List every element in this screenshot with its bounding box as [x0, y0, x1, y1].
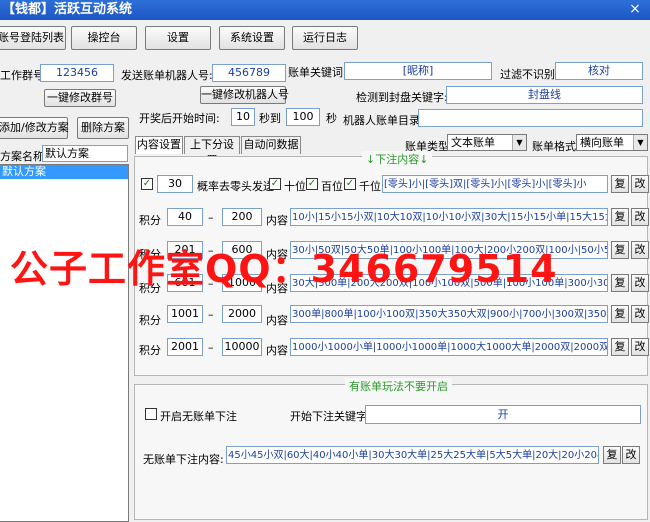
- no-bill-content-label: 无账单下注内容:: [143, 453, 224, 466]
- no-bill-group-title: 有账单玩法不要开启: [345, 378, 452, 394]
- group-number-input[interactable]: 123456: [40, 64, 114, 82]
- betting-group-title: ↓下注内容↓: [362, 151, 433, 167]
- copy-button[interactable]: 复: [603, 446, 621, 464]
- content-input[interactable]: 1000小1000小单|1000小1000单|1000大1000大单|2000双…: [290, 338, 608, 356]
- bill-keyword-label: 账单关键词:: [288, 66, 347, 79]
- zero-checkbox[interactable]: ✓: [141, 178, 153, 190]
- thousand-checkbox[interactable]: ✓: [344, 178, 356, 190]
- account-list-button[interactable]: 账号登陆列表: [0, 26, 66, 50]
- copy-button[interactable]: 复: [611, 175, 629, 193]
- start-keyword-label: 开始下注关键字: [290, 410, 367, 423]
- delete-scheme-button[interactable]: 删除方案: [77, 117, 129, 139]
- sealed-keyword-label: 检测到封盘关键字:: [356, 91, 448, 104]
- points-to-input[interactable]: 2000: [222, 305, 262, 323]
- robot-number-label: 发送账单机器人号:: [121, 69, 213, 82]
- edit-button[interactable]: 改: [631, 305, 649, 323]
- points-label: 积分: [139, 214, 161, 227]
- settings-button[interactable]: 设置: [145, 26, 211, 50]
- dash: –: [208, 211, 214, 224]
- chevron-down-icon: ▼: [512, 135, 526, 150]
- bill-type-value: 文本账单: [451, 136, 495, 149]
- content-input[interactable]: 300单|800单|100小100双|350大350大双|900小|700小|3…: [290, 305, 608, 323]
- watermark-text: 公子工作室QQ：346679514: [10, 247, 558, 291]
- copy-button[interactable]: 复: [611, 274, 629, 292]
- one-click-robot-button[interactable]: 一键修改机器人号: [200, 86, 289, 104]
- zero-content-input[interactable]: [零头]小|[零头]双|[零头]小|[零头]小|[零头]小: [382, 175, 608, 193]
- probability-label: 概率去零头发送: [197, 180, 274, 193]
- bill-keyword-input[interactable]: [昵称]: [344, 62, 492, 80]
- points-to-input[interactable]: 200: [222, 208, 262, 226]
- copy-button[interactable]: 复: [611, 338, 629, 356]
- sealed-keyword-input[interactable]: 封盘线: [446, 86, 643, 104]
- hundred-label: 百位: [321, 180, 343, 193]
- run-log-button[interactable]: 运行日志: [292, 26, 358, 50]
- one-click-group-button[interactable]: 一键修改群号: [44, 89, 116, 107]
- points-from-input[interactable]: 1001: [167, 305, 203, 323]
- edit-button[interactable]: 改: [631, 175, 649, 193]
- probability-input[interactable]: 30: [157, 175, 193, 193]
- no-bill-content-input[interactable]: 45小45小双|60大|40小40小单|30大30大单|25大25大单|5大5大…: [226, 446, 599, 464]
- add-edit-scheme-button[interactable]: 添加/修改方案: [0, 117, 69, 139]
- close-icon[interactable]: ×: [624, 0, 646, 18]
- edit-button[interactable]: 改: [622, 446, 640, 464]
- ten-checkbox[interactable]: ✓: [269, 178, 281, 190]
- ten-label: 十位: [284, 180, 306, 193]
- filter-label: 过滤不识别:: [500, 68, 559, 81]
- dash: –: [208, 341, 214, 354]
- scheme-list[interactable]: 默认方案: [0, 164, 129, 522]
- edit-button[interactable]: 改: [631, 241, 649, 259]
- thousand-label: 千位: [359, 180, 381, 193]
- lottery-to-input[interactable]: 100: [286, 108, 320, 126]
- robot-dir-input[interactable]: [418, 109, 643, 127]
- tab-auto-query[interactable]: 自动问数据: [241, 136, 301, 154]
- content-label: 内容: [266, 214, 288, 227]
- bill-format-select[interactable]: 横向账单 ▼: [576, 134, 648, 151]
- content-label: 内容: [266, 344, 288, 357]
- scheme-name-input[interactable]: 默认方案: [42, 145, 128, 162]
- edit-button[interactable]: 改: [631, 338, 649, 356]
- tab-content-settings[interactable]: 内容设置: [135, 136, 183, 154]
- scheme-list-item[interactable]: 默认方案: [0, 165, 128, 179]
- window-title: 【钱都】活跃互动系统: [2, 2, 133, 17]
- edit-button[interactable]: 改: [631, 274, 649, 292]
- edit-button[interactable]: 改: [631, 208, 649, 226]
- hundred-checkbox[interactable]: ✓: [306, 178, 318, 190]
- content-input[interactable]: 10小|15小15小双|10大10双|10小10小双|30大|15小15小单|1…: [290, 208, 608, 226]
- sec-to-label: 秒到: [259, 112, 281, 125]
- robot-number-input[interactable]: 456789: [212, 64, 286, 82]
- bill-format-label: 账单格式: [532, 140, 576, 153]
- system-settings-button[interactable]: 系统设置: [219, 26, 285, 50]
- points-from-input[interactable]: 2001: [167, 338, 203, 356]
- lottery-from-input[interactable]: 10: [231, 108, 255, 126]
- bill-format-value: 横向账单: [580, 136, 624, 149]
- console-button[interactable]: 操控台: [71, 26, 137, 50]
- points-to-input[interactable]: 10000: [222, 338, 262, 356]
- points-label: 积分: [139, 344, 161, 357]
- filter-input[interactable]: 核对: [555, 62, 643, 80]
- sec-label: 秒: [326, 112, 337, 125]
- copy-button[interactable]: 复: [611, 305, 629, 323]
- tab-points-settings[interactable]: 上下分设置: [184, 136, 240, 167]
- copy-button[interactable]: 复: [611, 208, 629, 226]
- lottery-time-label: 开奖后开始时间:: [139, 112, 220, 125]
- copy-button[interactable]: 复: [611, 241, 629, 259]
- scheme-name-label: 方案名称:: [0, 150, 48, 163]
- enable-no-bill-checkbox[interactable]: [145, 408, 157, 420]
- chevron-down-icon: ▼: [633, 135, 647, 150]
- bill-type-select[interactable]: 文本账单 ▼: [447, 134, 527, 151]
- title-bar: 【钱都】活跃互动系统 ×: [0, 0, 650, 20]
- start-keyword-input[interactable]: 开: [365, 405, 641, 424]
- points-from-input[interactable]: 40: [167, 208, 203, 226]
- enable-no-bill-label: 开启无账单下注: [160, 410, 237, 423]
- points-label: 积分: [139, 314, 161, 327]
- content-label: 内容: [266, 314, 288, 327]
- dash: –: [208, 308, 214, 321]
- robot-dir-label: 机器人账单目录:: [343, 114, 424, 127]
